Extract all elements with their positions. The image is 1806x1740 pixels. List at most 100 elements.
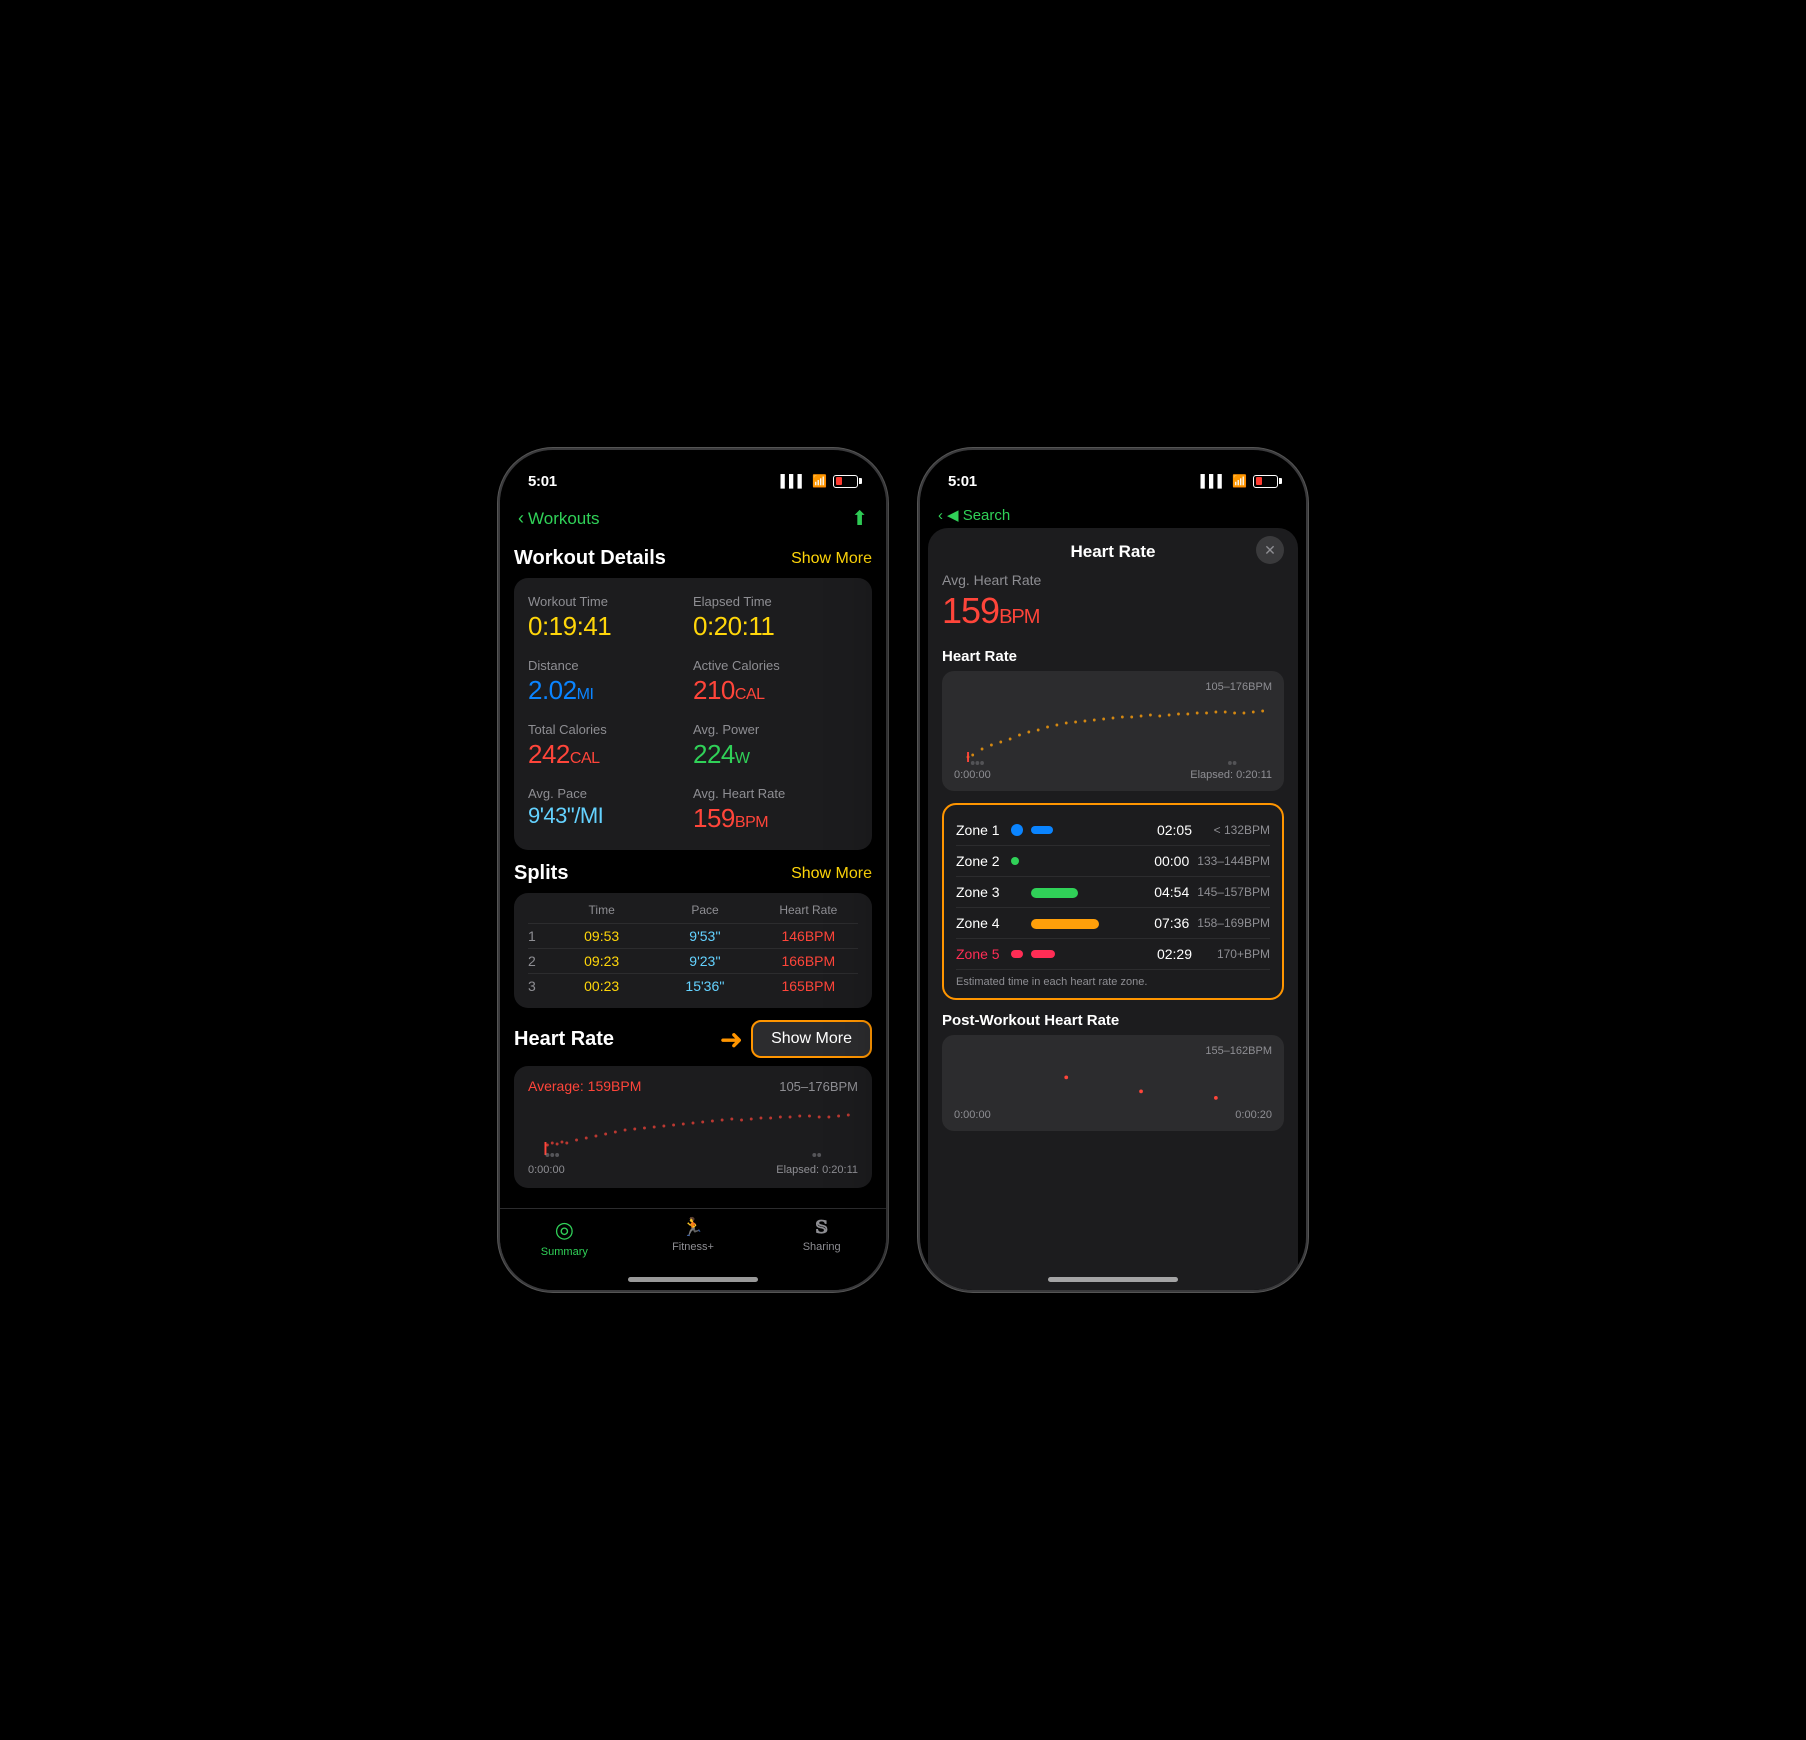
scroll-area-left[interactable]: Workout Details Show More Workout Time 0… (500, 535, 886, 1208)
zone-4-bpm: 158–169BPM (1197, 916, 1270, 930)
zone-3-bar (1031, 888, 1078, 898)
right-iphone: 5:01 ▌▌▌ 📶 ‹ ◀ Search Heart Rate ✕ (918, 448, 1308, 1292)
split-time-2: 09:23 (552, 953, 651, 969)
splits-title: Splits (514, 862, 568, 885)
show-more-button[interactable]: Show More (751, 1020, 872, 1058)
status-bar-right: 5:01 ▌▌▌ 📶 (920, 450, 1306, 500)
hr-header-left: Heart Rate ➜ Show More (514, 1020, 872, 1058)
fitness-label: Fitness+ (672, 1241, 714, 1253)
modal-sheet: Heart Rate ✕ Avg. Heart Rate 159BPM Hear… (928, 528, 1298, 1290)
split-num-3: 3 (528, 978, 548, 994)
zone-3-time: 04:54 (1144, 884, 1189, 900)
metric-active-cal: Active Calories 210CAL (693, 656, 858, 708)
back-nav-right: ‹ ◀ Search (920, 500, 1306, 528)
wifi-icon: 📶 (812, 474, 827, 488)
splits-table: Time Pace Heart Rate 1 09:53 9'53'' 146B… (514, 893, 872, 1008)
zone-1-name: Zone 1 (956, 822, 1011, 838)
metric-avg-pace-label: Avg. Pace (528, 786, 693, 801)
metric-distance: Distance 2.02MI (528, 656, 693, 708)
splits-show-more[interactable]: Show More (791, 865, 872, 883)
hr-chart-title: Heart Rate (942, 648, 1284, 665)
battery-fill-right (1256, 477, 1262, 485)
zone-row-5: Zone 5 02:29 170+BPM (956, 939, 1270, 970)
wifi-icon-right: 📶 (1232, 474, 1247, 488)
avg-hr-unit: BPM (999, 606, 1039, 628)
workout-details-show-more[interactable]: Show More (791, 550, 872, 568)
zones-card: Zone 1 02:05 < 132BPM Zone 2 (942, 803, 1284, 1000)
right-back-label[interactable]: ◀ Search (947, 506, 1010, 524)
post-chart-card: 155–162BPM 0:00:00 0:00:20 (942, 1035, 1284, 1131)
zone-5-bpm: 170+BPM (1200, 947, 1270, 961)
hr-chart-card: 105–176BPM (942, 671, 1284, 791)
post-chart-times: 0:00:00 0:00:20 (954, 1109, 1272, 1121)
modal-title: Heart Rate (1070, 542, 1155, 562)
col-time: Time (552, 903, 651, 917)
modal-header: Heart Rate ✕ (928, 528, 1298, 572)
zone-4-name: Zone 4 (956, 915, 1011, 931)
zone-4-bar (1031, 919, 1099, 929)
avg-hr-value: 159BPM (942, 590, 1284, 632)
heart-rate-section-left: Heart Rate ➜ Show More Average: 159BPM 1… (514, 1020, 872, 1188)
metric-avg-power: Avg. Power 224W (693, 720, 858, 772)
split-num-1: 1 (528, 928, 548, 944)
zone-5-name: Zone 5 (956, 946, 1011, 962)
post-start-time: 0:00:00 (954, 1109, 991, 1121)
hr-avg-label: Average: 159BPM (528, 1078, 641, 1094)
metric-total-cal-value: 242CAL (528, 739, 693, 770)
split-row-2: 2 09:23 9'23'' 166BPM (528, 948, 858, 973)
zone-1-bpm: < 132BPM (1200, 823, 1270, 837)
hr-title-left: Heart Rate (514, 1028, 614, 1051)
hr-mini-chart (528, 1100, 858, 1160)
tab-fitness[interactable]: 🏃 Fitness+ (629, 1217, 758, 1253)
avg-hr-title: Avg. Heart Rate (942, 572, 1284, 588)
share-icon[interactable]: ⬆ (851, 506, 868, 531)
metric-total-cal: Total Calories 242CAL (528, 720, 693, 772)
metric-avg-hr-value: 159BPM (693, 803, 858, 834)
back-link-left[interactable]: ‹ Workouts (518, 508, 600, 529)
workout-details-card: Workout Time 0:19:41 Elapsed Time 0:20:1… (514, 578, 872, 850)
metric-active-cal-value: 210CAL (693, 675, 858, 706)
status-icons-left: ▌▌▌ 📶 (781, 474, 858, 488)
post-workout-section: Post-Workout Heart Rate 155–162BPM (942, 1012, 1284, 1131)
battery-fill (836, 477, 842, 485)
status-icons-right: ▌▌▌ 📶 (1201, 474, 1278, 488)
split-hr-2: 166BPM (759, 953, 858, 969)
modal-scroll[interactable]: Avg. Heart Rate 159BPM Heart Rate 105–17… (928, 572, 1298, 1290)
metric-elapsed-time: Elapsed Time 0:20:11 (693, 592, 858, 644)
hr-range-label: 105–176BPM (779, 1079, 858, 1094)
back-link-right[interactable]: ‹ ◀ Search (938, 506, 1010, 524)
zone-5-time: 02:29 (1147, 946, 1192, 962)
tab-sharing[interactable]: 𝕊 Sharing (757, 1217, 886, 1253)
splits-header: Splits Show More (514, 862, 872, 885)
metric-avg-hr-label: Avg. Heart Rate (693, 786, 858, 801)
hr-chart-range: 105–176BPM (954, 681, 1272, 693)
status-bar-left: 5:01 ▌▌▌ 📶 (500, 450, 886, 500)
metric-active-cal-label: Active Calories (693, 658, 858, 673)
sharing-label: Sharing (803, 1241, 841, 1253)
close-button[interactable]: ✕ (1256, 536, 1284, 564)
hr-chart-times: 0:00:00 Elapsed: 0:20:11 (954, 769, 1272, 781)
hr-chart-section: Heart Rate 105–176BPM (942, 648, 1284, 791)
split-pace-1: 9'53'' (655, 928, 754, 944)
metric-total-cal-label: Total Calories (528, 722, 693, 737)
workouts-back-label[interactable]: Workouts (528, 509, 600, 529)
metric-workout-time: Workout Time 0:19:41 (528, 592, 693, 644)
tab-summary[interactable]: ◎ Summary (500, 1217, 629, 1258)
back-chevron-right: ‹ (938, 507, 943, 524)
hr-chart-row: 0:00:00 Elapsed: 0:20:11 (528, 1164, 858, 1176)
left-phone-content: ‹ Workouts ⬆ Workout Details Show More W… (500, 500, 886, 1290)
metric-avg-pace-value: 9'43"/MI (528, 803, 693, 829)
split-num-2: 2 (528, 953, 548, 969)
col-num (528, 903, 548, 917)
zone-1-time: 02:05 (1147, 822, 1192, 838)
split-row-3: 3 00:23 15'36'' 165BPM (528, 973, 858, 998)
metrics-grid: Workout Time 0:19:41 Elapsed Time 0:20:1… (528, 592, 858, 836)
zone-row-3: Zone 3 04:54 145–157BPM (956, 877, 1270, 908)
summary-icon: ◎ (555, 1217, 574, 1243)
workout-details-title: Workout Details (514, 547, 666, 570)
post-chart-area (954, 1057, 1272, 1107)
back-chevron-left: ‹ (518, 508, 524, 529)
metric-distance-value: 2.02MI (528, 675, 693, 706)
metric-elapsed-time-label: Elapsed Time (693, 594, 858, 609)
post-chart-svg (954, 1057, 1272, 1107)
